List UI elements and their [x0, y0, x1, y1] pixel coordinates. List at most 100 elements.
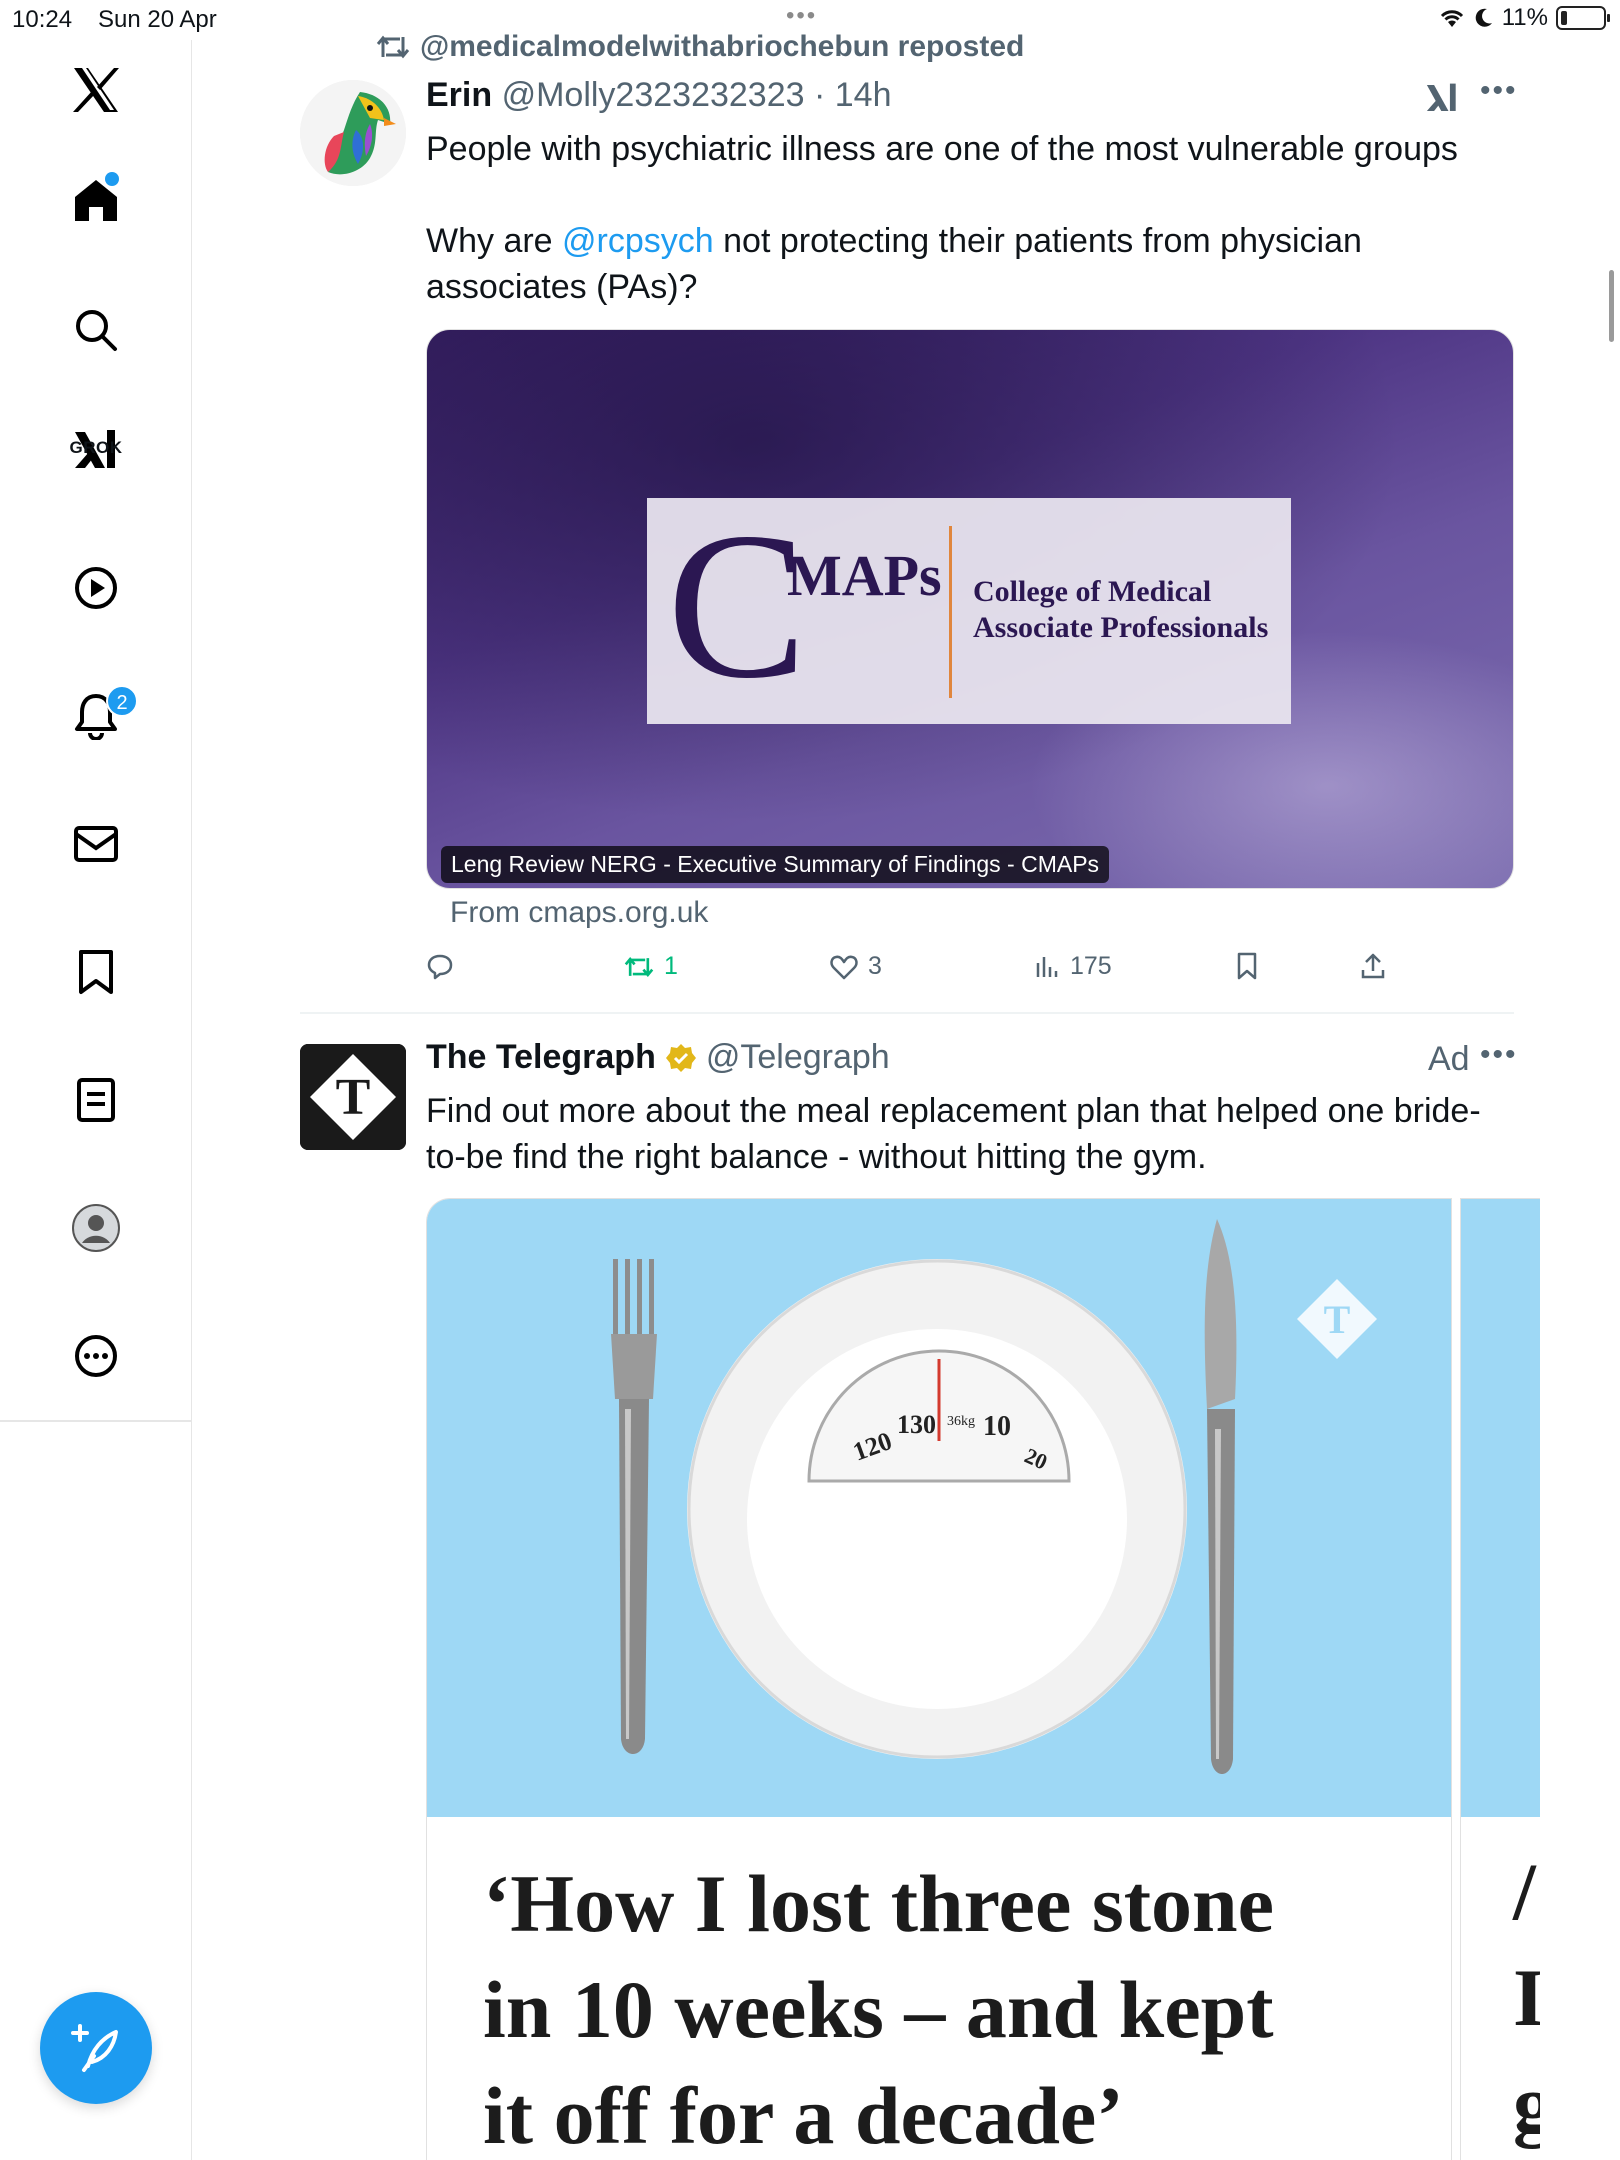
next-card-glyph-1: /: [1513, 1846, 1536, 1937]
tweet-time[interactable]: 14h: [835, 76, 892, 114]
cmaps-logo: C MAPs College of Medical Associate Prof…: [647, 490, 1291, 724]
envelope-icon: [74, 826, 118, 862]
logo-name: College of Medical Associate Professiona…: [973, 574, 1268, 646]
tweet-text-pre: Why are: [426, 222, 563, 260]
plate-scale-image: 120 130 36kg 10 20 T: [427, 1199, 1451, 1817]
sidebar-item-videos[interactable]: [56, 548, 136, 628]
more-options-icon[interactable]: •••: [1480, 74, 1518, 108]
verified-gold-icon: [665, 1043, 696, 1072]
profile-avatar-icon: [72, 1204, 120, 1252]
mention-link[interactable]: @rcpsych: [562, 222, 714, 260]
like-count: 3: [868, 952, 882, 980]
tweet-header: The Telegraph @Telegraph: [426, 1038, 890, 1077]
sidebar-item-bookmarks[interactable]: [56, 932, 136, 1012]
grok-explain-icon[interactable]: [1424, 80, 1460, 121]
share-button[interactable]: [1360, 952, 1386, 980]
ad-label: Ad: [1428, 1040, 1470, 1078]
sidebar-item-home[interactable]: [56, 160, 136, 240]
tweet-text-body: Why are @rcpsych not protecting their pa…: [426, 218, 1506, 310]
ad-carousel-card[interactable]: 120 130 36kg 10 20 T ‘How I lost three s…: [426, 1198, 1452, 2160]
scrollbar[interactable]: [1609, 270, 1614, 342]
next-card-glyph-2: I: [1513, 1945, 1540, 2051]
repost-by-text: @medicalmodelwithabriochebun reposted: [420, 30, 1025, 63]
bookmark-button[interactable]: [1236, 952, 1258, 980]
logo-word: MAPs: [787, 543, 942, 608]
wifi-icon: [1440, 10, 1463, 27]
sidebar-item-articles[interactable]: [56, 1060, 136, 1140]
sidebar-item-profile[interactable]: [56, 1188, 136, 1268]
battery-percent: 11%: [1501, 4, 1548, 31]
search-icon: [76, 310, 117, 351]
more-options-icon[interactable]: •••: [1480, 1038, 1518, 1072]
repost-icon: [376, 35, 410, 59]
author-handle[interactable]: @Telegraph: [706, 1038, 890, 1077]
fork-icon: [611, 1259, 657, 1754]
more-circle-icon: [75, 1335, 117, 1377]
ad-headline-line3: it off for a decade’: [483, 2070, 1124, 2160]
notifications-badge: 2: [106, 685, 138, 717]
moon-icon: [1475, 8, 1492, 27]
views-button[interactable]: 175: [1034, 952, 1112, 981]
next-card-image: [1461, 1199, 1540, 1817]
sidebar-divider: [0, 1420, 192, 1422]
card-caption: Leng Review NERG - Executive Summary of …: [441, 846, 1110, 883]
svg-text:T: T: [336, 1069, 371, 1126]
avatar[interactable]: [300, 80, 406, 186]
dot-separator: ·: [804, 76, 835, 114]
article-icon: [77, 1078, 115, 1122]
reply-button[interactable]: [426, 952, 454, 980]
ad-headline-line1: ‘How I lost three stone: [483, 1858, 1275, 1949]
card-source[interactable]: From cmaps.org.uk: [450, 896, 708, 930]
plate-illustration: 120 130 36kg 10 20 T: [611, 1219, 1377, 1774]
ad-carousel-next-card[interactable]: / I g: [1460, 1198, 1540, 2160]
sidebar-item-search[interactable]: [56, 290, 136, 370]
grok-label: GROK: [69, 438, 123, 457]
multitasking-dots[interactable]: •••: [786, 2, 817, 30]
heart-icon: [830, 955, 858, 979]
share-icon: [1361, 953, 1385, 979]
tweet-text-body: Find out more about the meal replacement…: [426, 1092, 1481, 1176]
compose-button[interactable]: [40, 1992, 152, 2104]
svg-text:10: 10: [983, 1411, 1011, 1442]
svg-text:T: T: [1324, 1297, 1351, 1342]
repost-count: 1: [664, 952, 678, 980]
tweet-text-line1: People with psychiatric illness are one …: [426, 130, 1458, 168]
logo-name-line2: Associate Professionals: [973, 611, 1269, 644]
sidebar-item-more[interactable]: [56, 1316, 136, 1396]
author-handle[interactable]: @Molly2323232323: [502, 76, 805, 114]
play-circle-icon: [75, 567, 117, 609]
views-chart-icon: [1036, 956, 1058, 977]
ad-headline: ‘How I lost three stone in 10 weeks – an…: [483, 1851, 1443, 2160]
eagle-avatar-icon: [300, 80, 406, 186]
logo-name-line1: College of Medical: [973, 575, 1212, 608]
tweet-header: Erin @Molly2323232323 · 14h: [426, 76, 891, 115]
repost-button[interactable]: 1: [624, 952, 678, 981]
avatar[interactable]: T: [300, 1044, 406, 1150]
tweet-separator: [300, 1012, 1514, 1014]
x-logo-icon[interactable]: [56, 50, 136, 130]
repost-indicator[interactable]: @medicalmodelwithabriochebun reposted: [376, 30, 1024, 64]
bookmark-icon: [79, 950, 113, 994]
battery-icon: [1556, 6, 1610, 30]
status-time: 10:24: [12, 6, 73, 33]
views-count: 175: [1070, 952, 1112, 980]
compose-feather-icon: [71, 2024, 118, 2072]
repost-icon: [624, 956, 654, 977]
status-date: Sun 20 Apr: [98, 6, 217, 33]
author-name[interactable]: The Telegraph: [426, 1038, 656, 1077]
author-name[interactable]: Erin: [426, 76, 492, 114]
status-indicators: 11%: [1438, 4, 1610, 32]
reply-icon: [427, 954, 453, 980]
sidebar-item-messages[interactable]: [56, 804, 136, 884]
ad-headline-line2: in 10 weeks – and kept: [483, 1964, 1274, 2055]
like-button[interactable]: 3: [830, 952, 882, 981]
bookmark-icon: [1237, 952, 1257, 980]
telegraph-logo-icon: T: [300, 1044, 406, 1150]
tweet-actions: 1 3 175: [426, 952, 1426, 992]
link-card[interactable]: C MAPs College of Medical Associate Prof…: [426, 329, 1514, 889]
next-card-text: / I g: [1513, 1839, 1540, 2157]
knife-icon: [1204, 1219, 1237, 1774]
svg-text:36kg: 36kg: [947, 1414, 975, 1429]
home-unread-dot: [105, 172, 119, 186]
svg-text:130: 130: [897, 1410, 936, 1439]
